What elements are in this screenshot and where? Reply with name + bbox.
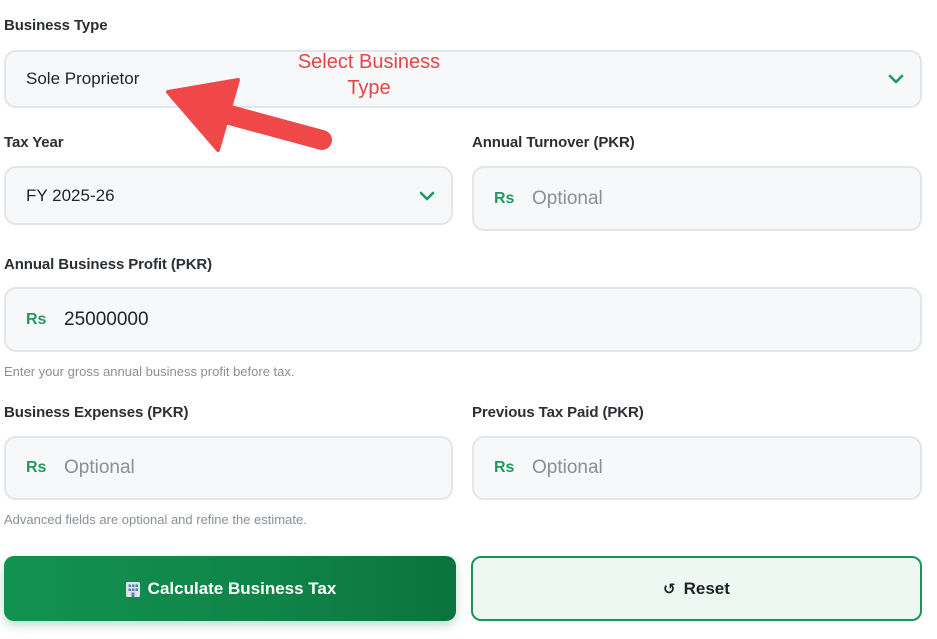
business-expenses-input[interactable] <box>64 438 451 498</box>
reset-button[interactable]: ↺ Reset <box>471 556 922 621</box>
calculate-button-label: Calculate Business Tax <box>147 578 337 598</box>
rupee-prefix-icon: Rs <box>26 459 47 476</box>
annual-turnover-field: Rs <box>472 166 922 231</box>
business-type-label: Business Type <box>4 17 108 34</box>
reset-icon: ↺ <box>663 580 676 598</box>
tax-year-select[interactable]: FY 2025-26 <box>4 166 453 225</box>
annual-profit-label: Annual Business Profit (PKR) <box>4 256 213 273</box>
annual-profit-field: Rs <box>4 287 922 352</box>
rupee-prefix-icon: Rs <box>26 310 47 328</box>
annual-turnover-input[interactable] <box>532 168 920 229</box>
calculate-business-tax-button[interactable]: Calculate Business Tax <box>4 556 456 621</box>
annual-profit-help-text: Enter your gross annual business profit … <box>4 364 295 379</box>
business-type-select[interactable]: Sole Proprietor <box>4 50 922 108</box>
business-expenses-label: Business Expenses (PKR) <box>4 404 189 421</box>
chevron-down-icon <box>888 74 904 84</box>
rupee-prefix-icon: Rs <box>494 459 515 476</box>
previous-tax-label: Previous Tax Paid (PKR) <box>472 404 644 421</box>
advanced-fields-note: Advanced fields are optional and refine … <box>4 512 307 527</box>
previous-tax-input[interactable] <box>532 438 920 498</box>
chevron-down-icon <box>419 191 435 200</box>
business-type-value: Sole Proprietor <box>26 69 140 88</box>
annotation-arrow-icon <box>166 78 332 152</box>
tax-year-label: Tax Year <box>4 134 64 151</box>
annual-turnover-label: Annual Turnover (PKR) <box>472 134 635 151</box>
rupee-prefix-icon: Rs <box>494 189 515 207</box>
tax-year-value: FY 2025-26 <box>26 185 115 205</box>
previous-tax-field: Rs <box>472 436 922 500</box>
reset-button-label: Reset <box>683 578 730 598</box>
annotation-line-1: Select Business <box>297 51 441 73</box>
building-icon <box>125 581 140 597</box>
annual-profit-input[interactable] <box>64 289 920 350</box>
business-expenses-field: Rs <box>4 436 453 500</box>
